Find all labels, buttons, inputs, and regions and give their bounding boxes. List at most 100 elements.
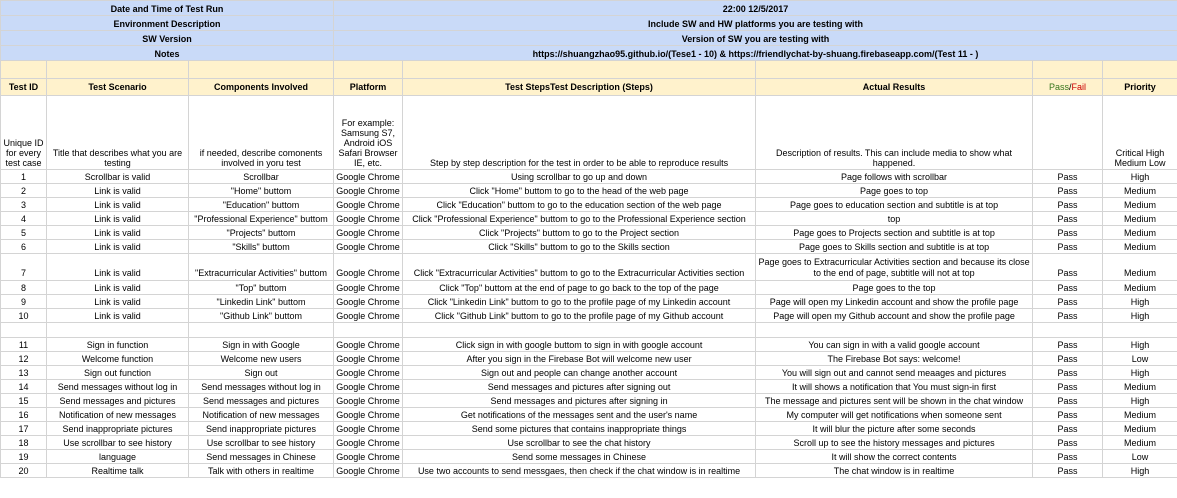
test-id-cell[interactable]: 10 [0, 308, 47, 323]
header-components[interactable]: Components Involved [187, 78, 335, 96]
steps-cell[interactable]: Send some pictures that contains inappro… [402, 421, 757, 436]
test-id-cell[interactable]: 17 [0, 421, 47, 436]
test-id-cell[interactable]: 11 [0, 337, 47, 352]
steps-cell[interactable]: Click "Extracurricular Activities" butto… [402, 253, 757, 281]
empty-cell[interactable] [187, 322, 335, 338]
actual-cell[interactable]: Scroll up to see the history messages an… [755, 435, 1034, 450]
scenario-cell[interactable]: Sign out function [46, 365, 189, 380]
test-id-cell[interactable]: 7 [0, 253, 47, 281]
scenario-cell[interactable]: Scrollbar is valid [46, 169, 189, 184]
actual-cell[interactable]: It will shows a notification that You mu… [755, 379, 1034, 394]
components-cell[interactable]: "Linkedin Link" buttom [187, 294, 335, 309]
pass-fail-cell[interactable]: Pass [1032, 183, 1104, 198]
platform-cell[interactable]: Google Chrome [333, 421, 404, 436]
meta-label[interactable]: SW Version [0, 30, 335, 46]
scenario-cell[interactable]: Link is valid [46, 253, 189, 281]
header-test-id[interactable]: Test ID [0, 78, 47, 96]
header-pass-fail[interactable]: Pass/Fail [1032, 78, 1104, 96]
scenario-cell[interactable]: Realtime talk [46, 463, 189, 478]
platform-cell[interactable]: Google Chrome [333, 407, 404, 422]
test-id-cell[interactable]: 19 [0, 449, 47, 464]
steps-cell[interactable]: Use two accounts to send messgaes, then … [402, 463, 757, 478]
steps-cell[interactable]: Send messages and pictures after signing… [402, 379, 757, 394]
scenario-cell[interactable]: Notification of new messages [46, 407, 189, 422]
priority-cell[interactable]: Medium [1102, 435, 1177, 450]
test-id-cell[interactable]: 14 [0, 379, 47, 394]
desc-scenario[interactable]: Title that describes what you are testin… [46, 95, 189, 170]
priority-cell[interactable]: Medium [1102, 280, 1177, 295]
empty-cell[interactable] [333, 322, 404, 338]
priority-cell[interactable]: Medium [1102, 421, 1177, 436]
pass-fail-cell[interactable]: Pass [1032, 379, 1104, 394]
actual-cell[interactable]: The Firebase Bot says: welcome! [755, 351, 1034, 366]
scenario-cell[interactable]: Use scrollbar to see history [46, 435, 189, 450]
actual-cell[interactable]: Page goes to Skills section and subtitle… [755, 239, 1034, 254]
scenario-cell[interactable]: Link is valid [46, 211, 189, 226]
meta-value[interactable]: Version of SW you are testing with [333, 30, 1177, 46]
desc-actual[interactable]: Description of results. This can include… [755, 95, 1034, 170]
priority-cell[interactable]: Medium [1102, 197, 1177, 212]
steps-cell[interactable]: Click "Home" buttom to go to the head of… [402, 183, 757, 198]
scenario-cell[interactable]: Send messages without log in [46, 379, 189, 394]
test-id-cell[interactable]: 15 [0, 393, 47, 408]
test-id-cell[interactable]: 16 [0, 407, 47, 422]
empty-cell[interactable] [755, 322, 1034, 338]
actual-cell[interactable]: Page goes to the top [755, 280, 1034, 295]
priority-cell[interactable]: High [1102, 365, 1177, 380]
actual-cell[interactable]: Page follows with scrollbar [755, 169, 1034, 184]
components-cell[interactable]: "Github Link" buttom [187, 308, 335, 323]
platform-cell[interactable]: Google Chrome [333, 308, 404, 323]
meta-value[interactable]: 22:00 12/5/2017 [333, 0, 1177, 16]
test-id-cell[interactable]: 3 [0, 197, 47, 212]
platform-cell[interactable]: Google Chrome [333, 337, 404, 352]
priority-cell[interactable]: Medium [1102, 211, 1177, 226]
platform-cell[interactable]: Google Chrome [333, 463, 404, 478]
steps-cell[interactable]: Send some messages in Chinese [402, 449, 757, 464]
empty-cell[interactable] [46, 322, 189, 338]
pass-fail-cell[interactable]: Pass [1032, 407, 1104, 422]
actual-cell[interactable]: top [755, 211, 1034, 226]
platform-cell[interactable]: Google Chrome [333, 365, 404, 380]
priority-cell[interactable]: High [1102, 337, 1177, 352]
steps-cell[interactable]: Get notifications of the messages sent a… [402, 407, 757, 422]
scenario-cell[interactable]: Sign in function [46, 337, 189, 352]
desc-components[interactable]: if needed, describe comonents involved i… [187, 95, 335, 170]
priority-cell[interactable]: Medium [1102, 183, 1177, 198]
test-id-cell[interactable]: 9 [0, 294, 47, 309]
meta-label[interactable]: Date and Time of Test Run [0, 0, 335, 16]
components-cell[interactable]: "Professional Experience" buttom [187, 211, 335, 226]
test-id-cell[interactable]: 5 [0, 225, 47, 240]
priority-cell[interactable]: Medium [1102, 225, 1177, 240]
empty-cell[interactable] [0, 322, 47, 338]
steps-cell[interactable]: Click "Top" buttom at the end of page to… [402, 280, 757, 295]
platform-cell[interactable]: Google Chrome [333, 211, 404, 226]
empty-cell[interactable] [1032, 322, 1104, 338]
components-cell[interactable]: "Education" buttom [187, 197, 335, 212]
desc-steps[interactable]: Step by step description for the test in… [402, 95, 757, 170]
pass-fail-cell[interactable]: Pass [1032, 197, 1104, 212]
desc-priority[interactable]: Critical High Medium Low [1102, 95, 1177, 170]
header-platform[interactable]: Platform [333, 78, 404, 96]
platform-cell[interactable]: Google Chrome [333, 197, 404, 212]
platform-cell[interactable]: Google Chrome [333, 379, 404, 394]
pass-fail-cell[interactable]: Pass [1032, 225, 1104, 240]
scenario-cell[interactable]: Send messages and pictures [46, 393, 189, 408]
pass-fail-cell[interactable]: Pass [1032, 435, 1104, 450]
pass-fail-cell[interactable]: Pass [1032, 280, 1104, 295]
actual-cell[interactable]: Page will open my Github account and sho… [755, 308, 1034, 323]
priority-cell[interactable]: Low [1102, 449, 1177, 464]
scenario-cell[interactable]: Welcome function [46, 351, 189, 366]
scenario-cell[interactable]: Link is valid [46, 308, 189, 323]
meta-value[interactable]: Include SW and HW platforms you are test… [333, 15, 1177, 31]
test-id-cell[interactable]: 4 [0, 211, 47, 226]
pass-fail-cell[interactable]: Pass [1032, 337, 1104, 352]
components-cell[interactable]: Send inappropriate pictures [187, 421, 335, 436]
pass-fail-cell[interactable]: Pass [1032, 211, 1104, 226]
header-steps[interactable]: Test StepsTest Description (Steps) [402, 78, 757, 96]
platform-cell[interactable]: Google Chrome [333, 169, 404, 184]
steps-cell[interactable]: Click "Linkedin Link" buttom to go to th… [402, 294, 757, 309]
platform-cell[interactable]: Google Chrome [333, 253, 404, 281]
pass-fail-cell[interactable]: Pass [1032, 365, 1104, 380]
meta-label[interactable]: Notes [0, 45, 335, 61]
priority-cell[interactable]: High [1102, 308, 1177, 323]
